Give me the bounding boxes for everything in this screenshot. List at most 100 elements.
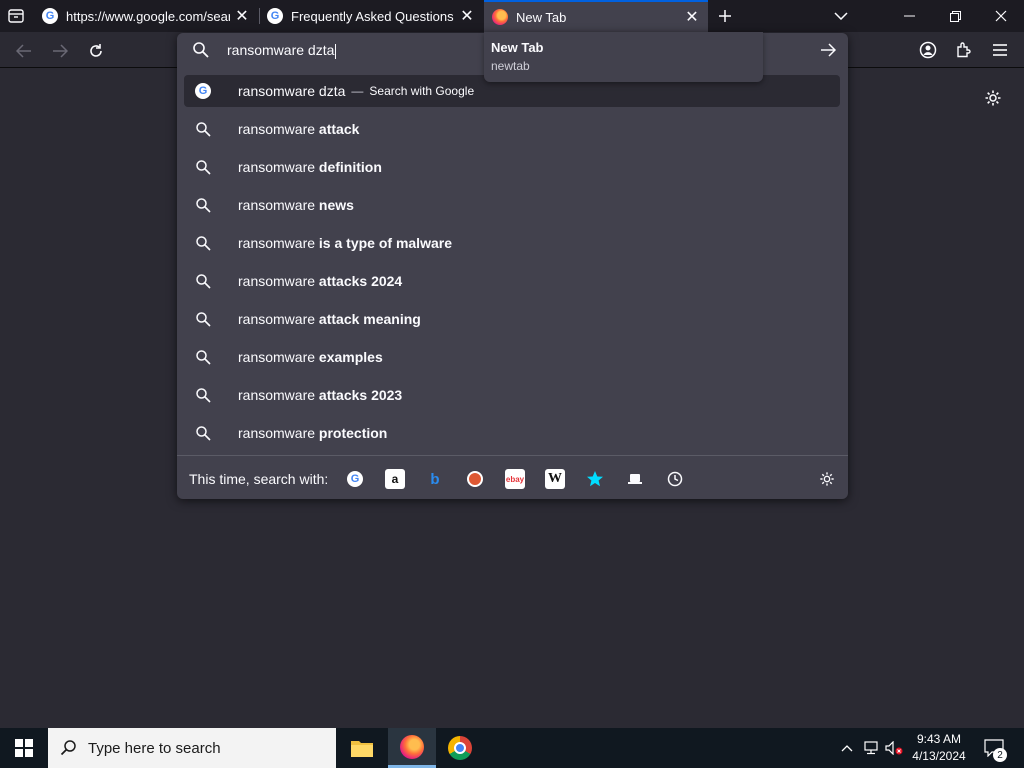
minimize-button[interactable] xyxy=(886,0,932,32)
puzzle-icon xyxy=(957,42,971,58)
suggestion-item[interactable]: ransomware attacks 2024 xyxy=(184,265,840,297)
chrome-icon xyxy=(448,736,472,760)
close-tab-icon[interactable]: ✕ xyxy=(684,9,700,26)
minimize-icon xyxy=(903,15,915,17)
search-icon xyxy=(195,349,211,365)
bookmarks-icon[interactable] xyxy=(585,469,605,489)
suggestion-item[interactable]: ransomware news xyxy=(184,189,840,221)
google-icon[interactable]: G xyxy=(345,469,365,489)
search-settings-button[interactable] xyxy=(817,469,837,489)
search-icon xyxy=(195,197,211,213)
search-icon xyxy=(195,235,211,251)
arrow-right-icon xyxy=(821,43,836,57)
forward-button[interactable] xyxy=(46,37,74,65)
duckduckgo-icon[interactable] xyxy=(465,469,485,489)
account-button[interactable] xyxy=(917,39,939,61)
close-window-button[interactable] xyxy=(978,0,1024,32)
notifications-button[interactable]: 2 xyxy=(980,728,1008,768)
taskbar-search[interactable]: Type here to search xyxy=(48,728,336,768)
suggestion-prefix: ransomware xyxy=(238,311,319,327)
new-tab-button[interactable] xyxy=(713,4,737,28)
search-icon xyxy=(60,740,76,756)
back-button[interactable] xyxy=(10,37,38,65)
google-icon: G xyxy=(42,8,58,24)
go-button[interactable] xyxy=(818,40,838,60)
history-icon[interactable] xyxy=(665,469,685,489)
suggestion-item[interactable]: ransomware attack meaning xyxy=(184,303,840,335)
suggestion-prefix: ransomware xyxy=(238,349,319,365)
firefox-icon xyxy=(400,734,424,759)
list-all-tabs-button[interactable] xyxy=(4,5,28,27)
reload-button[interactable] xyxy=(82,37,110,65)
account-icon xyxy=(919,41,937,59)
tab-tooltip: New Tab newtab xyxy=(484,32,763,82)
arrow-right-icon xyxy=(53,44,68,58)
one-off-label: This time, search with: xyxy=(189,471,329,487)
taskbar: Type here to search 9:43 AM 4/13/2024 2 xyxy=(0,728,1024,768)
suggestion-prefix: ransomware xyxy=(238,273,319,289)
suggestion-completion: definition xyxy=(318,159,382,175)
new-tab-settings-button[interactable] xyxy=(983,88,1003,108)
suggestion-completion: attack xyxy=(318,121,360,137)
extensions-button[interactable] xyxy=(953,39,975,61)
suggestion-item[interactable]: ransomware is a type of malware xyxy=(184,227,840,259)
firefox-app[interactable] xyxy=(388,728,436,768)
suggestion-prefix: ransomware xyxy=(238,159,319,175)
amazon-icon[interactable]: a xyxy=(385,469,405,489)
network-icon xyxy=(864,741,878,755)
search-icon xyxy=(195,273,211,289)
clock-time: 9:43 AM xyxy=(916,732,962,746)
tab-strip: G https://www.google.com/search ✕ G Freq… xyxy=(0,0,1024,32)
start-button[interactable] xyxy=(0,728,48,768)
suggestion-item[interactable]: ransomware attack xyxy=(184,113,840,145)
search-icon xyxy=(195,425,211,441)
taskbar-clock[interactable]: 9:43 AM 4/13/2024 xyxy=(900,731,978,765)
arrow-left-icon xyxy=(16,44,31,58)
tab-title: New Tab xyxy=(516,9,567,25)
gear-icon xyxy=(985,90,1001,106)
suggestion-completion: attacks 2024 xyxy=(318,273,403,289)
bing-icon[interactable]: b xyxy=(425,469,445,489)
result-separator: — xyxy=(351,84,364,98)
chevron-down-icon xyxy=(834,12,848,20)
tab-list-icon xyxy=(8,9,24,23)
search-icon xyxy=(195,311,211,327)
show-hidden-icons-button[interactable] xyxy=(838,728,856,768)
notification-count: 2 xyxy=(993,748,1007,762)
tab-new-tab[interactable]: New Tab ✕ xyxy=(484,0,708,32)
network-button[interactable] xyxy=(861,728,881,768)
suggestion-completion: is a type of malware xyxy=(318,235,452,251)
all-tabs-dropdown[interactable] xyxy=(829,4,853,28)
tab-google-search[interactable]: G https://www.google.com/search ✕ xyxy=(34,0,258,32)
hamburger-menu-icon xyxy=(993,44,1007,56)
suggestion-item[interactable]: ransomware protection xyxy=(184,417,840,449)
suggestion-completion: examples xyxy=(318,349,383,365)
folder-icon xyxy=(351,741,373,757)
app-menu-button[interactable] xyxy=(989,39,1011,61)
urlbar-input[interactable]: ransomware dzta xyxy=(227,42,337,59)
suggestion-item[interactable]: ransomware examples xyxy=(184,341,840,373)
tab-faq[interactable]: G Frequently Asked Questions | re ✕ xyxy=(259,0,483,32)
chevron-up-icon xyxy=(841,745,853,752)
close-icon xyxy=(995,10,1007,22)
close-tab-icon[interactable]: ✕ xyxy=(459,8,475,25)
search-icon xyxy=(195,121,211,137)
suggestion-completion: news xyxy=(318,197,354,213)
close-tab-icon[interactable]: ✕ xyxy=(234,8,250,25)
tabs-icon[interactable] xyxy=(625,469,645,489)
result-text: ransomware dzta xyxy=(238,83,346,99)
google-icon: G xyxy=(267,8,283,24)
file-explorer-app[interactable] xyxy=(338,728,386,768)
google-icon: G xyxy=(195,83,211,99)
chrome-app[interactable] xyxy=(436,728,484,768)
gear-icon xyxy=(820,472,834,486)
wikipedia-icon[interactable]: W xyxy=(545,469,565,489)
search-icon xyxy=(195,387,211,403)
restore-button[interactable] xyxy=(932,0,978,32)
suggestion-item[interactable]: ransomware attacks 2023 xyxy=(184,379,840,411)
suggestion-item[interactable]: ransomware definition xyxy=(184,151,840,183)
ebay-icon[interactable]: ebay xyxy=(505,469,525,489)
firefox-icon xyxy=(492,9,508,25)
suggestion-completion: protection xyxy=(318,425,388,441)
one-off-divider xyxy=(177,455,848,456)
